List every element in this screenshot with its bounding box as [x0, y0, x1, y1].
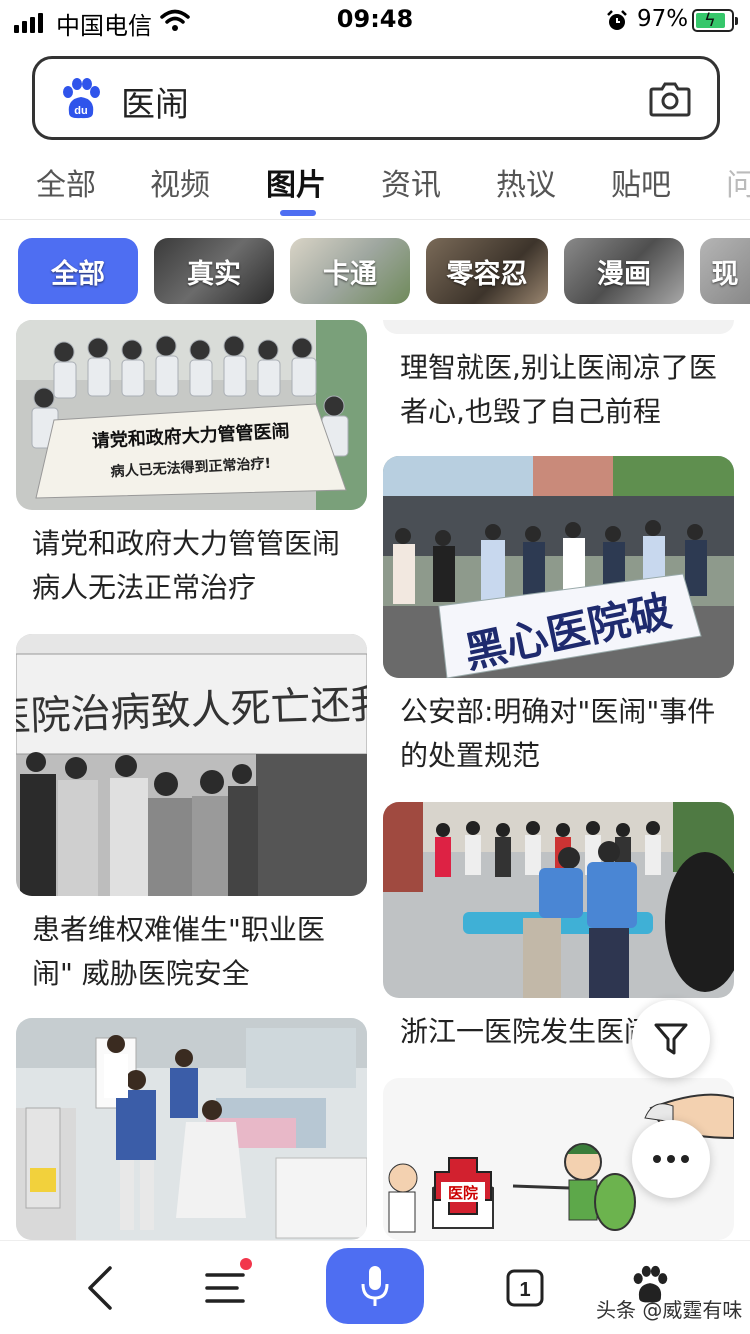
camera-icon[interactable] — [649, 79, 691, 119]
alarm-icon — [607, 10, 627, 30]
battery-icon: ϟ — [692, 9, 738, 32]
image-card[interactable]: 医院治病致人死亡还我 — [16, 634, 367, 896]
tab-all[interactable]: 全部 — [36, 160, 96, 204]
chip-label: 零容忍 — [446, 258, 528, 290]
chip-zero-tolerance[interactable]: 零容忍 — [426, 238, 548, 304]
chip-all[interactable]: 全部 — [18, 238, 138, 304]
image-card[interactable]: 黑心医院破 — [383, 456, 734, 678]
tab-tieba[interactable]: 贴吧 — [611, 160, 671, 204]
image-card[interactable] — [383, 320, 734, 334]
card-title[interactable]: 公安部:明确对"医闹"事件的处置规范 — [400, 690, 720, 778]
notification-dot — [240, 1258, 252, 1270]
menu-icon — [205, 1273, 245, 1303]
tab-count: 1 — [519, 1279, 530, 1301]
filter-chips: 全部 真实 卡通 零容忍 漫画 现 — [0, 238, 750, 304]
card-photo — [16, 1018, 367, 1240]
image-card[interactable] — [383, 802, 734, 998]
image-feed: 请党和政府大力管管医闹 病人已无法得到正常治疗! 请党和政府大力管管医闹病人无法… — [0, 320, 750, 1240]
microphone-icon — [361, 1266, 389, 1306]
baidu-paw-icon: du — [63, 78, 100, 119]
card-photo — [383, 802, 734, 998]
chip-cartoon[interactable]: 卡通 — [290, 238, 410, 304]
tab-images[interactable]: 图片 — [266, 160, 326, 204]
chip-reality[interactable]: 现 — [700, 238, 750, 304]
back-chevron-icon — [88, 1266, 112, 1310]
battery-percent: 97% — [637, 6, 689, 32]
voice-search-button[interactable] — [326, 1248, 424, 1324]
card-title[interactable]: 理智就医,别让医闹凉了医者心,也毁了自己前程 — [400, 346, 720, 434]
tab-indicator — [280, 210, 316, 216]
tab-discussion[interactable]: 热议 — [496, 160, 556, 204]
more-dots-icon — [653, 1155, 689, 1163]
filter-icon — [654, 1023, 688, 1055]
menu-button[interactable] — [195, 1241, 255, 1334]
chip-label: 全部 — [51, 258, 105, 290]
chip-label: 真实 — [187, 258, 241, 290]
search-bar[interactable]: du 医闹 — [32, 56, 720, 140]
tab-video[interactable]: 视频 — [150, 160, 210, 204]
chip-comic[interactable]: 漫画 — [564, 238, 684, 304]
search-input[interactable]: 医闹 — [121, 77, 189, 126]
status-bar: 中国电信 09:48 97% ϟ — [0, 0, 750, 44]
filter-button[interactable] — [632, 1000, 710, 1078]
card-photo: 黑心医院破 — [383, 456, 734, 678]
watermark: 头条 @威霆有味 — [596, 1298, 743, 1322]
svg-text:du: du — [74, 105, 87, 117]
card-photo: 请党和政府大力管管医闹 病人已无法得到正常治疗! — [16, 320, 367, 510]
sign-text: 医院 — [448, 1184, 478, 1202]
more-button[interactable] — [632, 1120, 710, 1198]
card-title[interactable]: 请党和政府大力管管医闹病人无法正常治疗 — [32, 522, 362, 610]
tabs-button[interactable]: 1 — [495, 1241, 555, 1334]
tab-count-icon: 1 — [506, 1269, 544, 1307]
category-tabs: 全部 视频 图片 资讯 热议 贴吧 问 — [0, 150, 750, 220]
tab-news[interactable]: 资讯 — [381, 160, 441, 204]
image-card[interactable]: 请党和政府大力管管医闹 病人已无法得到正常治疗! — [16, 320, 367, 510]
card-photo: 医院治病致人死亡还我 — [16, 634, 367, 896]
back-button[interactable] — [70, 1241, 130, 1334]
chip-label: 漫画 — [597, 258, 651, 290]
image-card[interactable] — [16, 1018, 367, 1240]
chip-label: 卡通 — [323, 258, 377, 290]
chip-real[interactable]: 真实 — [154, 238, 274, 304]
card-title[interactable]: 患者维权难催生"职业医闹" 威胁医院安全 — [32, 908, 362, 996]
tab-ask[interactable]: 问 — [726, 160, 750, 204]
chip-label: 现 — [711, 258, 739, 290]
